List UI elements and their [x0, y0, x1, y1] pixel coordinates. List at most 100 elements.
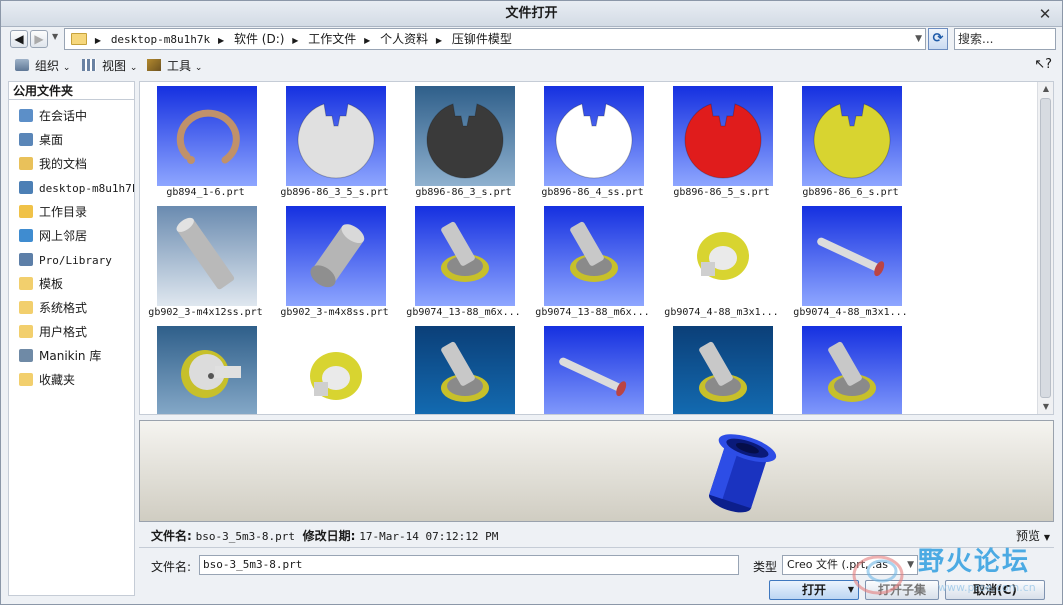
breadcrumb-computer[interactable]: desktop-m8u1h7k	[111, 30, 210, 49]
organize-menu[interactable]: 组织 ⌄	[15, 57, 70, 75]
close-icon[interactable]: ✕	[1036, 5, 1054, 23]
sidebar-item-3[interactable]: desktop-m8u1h7k	[9, 176, 134, 200]
scrollbar-thumb[interactable]	[1040, 98, 1051, 398]
back-arrow-icon[interactable]: ◀	[10, 30, 28, 48]
view-menu[interactable]: 视图 ⌄	[82, 57, 137, 75]
file-name-label: gb894_1-6.prt	[166, 187, 245, 198]
open-button-label: 打开	[801, 583, 826, 597]
chevron-down-icon: ▼	[1043, 533, 1050, 542]
sidebar-item-5[interactable]: 网上邻居	[9, 224, 134, 248]
history-dropdown-icon[interactable]: ▼	[52, 32, 58, 41]
open-subset-button[interactable]: 打开子集	[865, 580, 939, 600]
file-thumbnail[interactable]	[802, 86, 902, 186]
work-folder-icon	[19, 205, 33, 218]
vertical-scrollbar[interactable]: ▲ ▼	[1037, 82, 1053, 414]
file-name-label: gb9074_13-88_m6x...	[406, 307, 521, 318]
context-help-icon[interactable]: ↖?	[1034, 57, 1052, 72]
file-thumbnail[interactable]	[286, 326, 386, 414]
file-thumbnail[interactable]	[415, 206, 515, 306]
file-tile[interactable]	[141, 322, 270, 414]
cancel-button[interactable]: 取消(C)	[945, 580, 1045, 600]
sidebar-item-label: 我的文档	[39, 157, 88, 171]
file-tile[interactable]: gb902_3-m4x8ss.prt	[270, 202, 399, 322]
folder-icon	[19, 277, 33, 290]
breadcrumb-separator-icon[interactable]: ▶	[95, 31, 101, 49]
file-tile[interactable]: gb9074_4-88_m3x1...	[786, 202, 915, 322]
search-input[interactable]: 搜索...	[954, 28, 1056, 50]
file-tile[interactable]: gb902_3-m4x12ss.prt	[141, 202, 270, 322]
file-thumbnail[interactable]	[157, 206, 257, 306]
file-tile[interactable]: gb896-86_4_ss.prt	[528, 82, 657, 202]
info-modified-label: 修改日期:	[302, 529, 356, 543]
breadcrumb-drive[interactable]: 软件 (D:)	[234, 29, 284, 49]
file-type-select[interactable]: Creo 文件 (.prt, .as ▼	[782, 555, 918, 575]
breadcrumb-current-folder[interactable]: 压铆件模型	[452, 29, 512, 49]
breadcrumb-separator-icon[interactable]: ▶	[364, 31, 370, 49]
sidebar-item-label: Pro/Library	[39, 254, 112, 267]
file-tile[interactable]	[270, 322, 399, 414]
open-dropdown-icon[interactable]: ▼	[848, 581, 854, 599]
open-button[interactable]: 打开 ▼	[769, 580, 859, 600]
breadcrumb-separator-icon[interactable]: ▶	[218, 31, 224, 49]
file-name-label: gb9074_13-88_m6x...	[535, 307, 650, 318]
breadcrumb-work-files[interactable]: 工作文件	[308, 29, 356, 49]
forward-arrow-icon[interactable]: ▶	[30, 30, 48, 48]
file-thumbnail[interactable]	[673, 206, 773, 306]
sidebar-item-7[interactable]: 模板	[9, 272, 134, 296]
sidebar-item-6[interactable]: Pro/Library	[9, 248, 134, 272]
sidebar-item-label: Manikin 库	[39, 349, 102, 363]
file-tile[interactable]: gb9074_4-88_m3x1...	[657, 202, 786, 322]
file-thumbnail[interactable]	[544, 206, 644, 306]
file-tile[interactable]: gb9074_13-88_m6x...	[528, 202, 657, 322]
breadcrumb-personal-data[interactable]: 个人资料	[380, 29, 428, 49]
scroll-up-icon[interactable]: ▲	[1038, 82, 1053, 96]
file-thumbnail[interactable]	[286, 206, 386, 306]
file-tile[interactable]: gb894_1-6.prt	[141, 82, 270, 202]
sidebar-item-10[interactable]: Manikin 库	[9, 344, 134, 368]
breadcrumb-separator-icon[interactable]: ▶	[292, 31, 298, 49]
library-icon	[19, 253, 33, 266]
file-thumbnail[interactable]	[157, 86, 257, 186]
file-thumbnail[interactable]	[415, 326, 515, 414]
file-tile[interactable]: gb9074_13-88_m6x...	[399, 202, 528, 322]
scroll-down-icon[interactable]: ▼	[1038, 400, 1053, 414]
file-thumbnail[interactable]	[286, 86, 386, 186]
sidebar-item-2[interactable]: 我的文档	[9, 152, 134, 176]
file-tile[interactable]: gb896-86_6_s.prt	[786, 82, 915, 202]
sidebar-item-11[interactable]: 收藏夹	[9, 368, 134, 392]
file-tile[interactable]: gb896-86_3_5_s.prt	[270, 82, 399, 202]
file-tile[interactable]	[399, 322, 528, 414]
file-thumbnail[interactable]	[673, 86, 773, 186]
sidebar-item-4[interactable]: 工作目录	[9, 200, 134, 224]
bolt-washer-part-icon	[699, 341, 747, 402]
file-tile[interactable]: gb896-86_5_s.prt	[657, 82, 786, 202]
filename-input[interactable]: bso-3_5m3-8.prt	[199, 555, 739, 575]
file-tile[interactable]	[528, 322, 657, 414]
sidebar-item-1[interactable]: 桌面	[9, 128, 134, 152]
sidebar-item-label: 收藏夹	[39, 373, 76, 387]
file-thumbnail[interactable]	[802, 326, 902, 414]
file-thumbnail[interactable]	[157, 326, 257, 414]
common-folders-sidebar: 公用文件夹 在会话中 桌面 我的文档 desktop-m8u1h7k 工作目录 网上邻居 P…	[8, 81, 135, 596]
file-thumbnail[interactable]	[544, 86, 644, 186]
file-tile[interactable]	[657, 322, 786, 414]
address-bar[interactable]: ▶ desktop-m8u1h7k ▶ 软件 (D:) ▶ 工作文件 ▶ 个人资…	[64, 28, 926, 50]
model-preview-pane[interactable]	[139, 420, 1054, 522]
sidebar-item-label: 用户格式	[39, 325, 88, 339]
file-tile[interactable]	[786, 322, 915, 414]
eclip-part-icon	[297, 103, 375, 179]
breadcrumb-separator-icon[interactable]: ▶	[436, 31, 442, 49]
tools-menu[interactable]: 工具 ⌄	[147, 57, 202, 75]
refresh-icon[interactable]: ⟳	[928, 28, 948, 50]
preview-toggle[interactable]: 预览 ▼	[1016, 527, 1050, 544]
address-dropdown-icon[interactable]: ▼	[915, 29, 922, 49]
sidebar-item-0[interactable]: 在会话中	[9, 104, 134, 128]
sidebar-item-8[interactable]: 系统格式	[9, 296, 134, 320]
file-thumbnail[interactable]	[415, 86, 515, 186]
file-thumbnail[interactable]	[544, 326, 644, 414]
file-thumbnail[interactable]	[673, 326, 773, 414]
sidebar-item-label: 网上邻居	[39, 229, 88, 243]
file-thumbnail[interactable]	[802, 206, 902, 306]
sidebar-item-9[interactable]: 用户格式	[9, 320, 134, 344]
file-tile[interactable]: gb896-86_3_s.prt	[399, 82, 528, 202]
